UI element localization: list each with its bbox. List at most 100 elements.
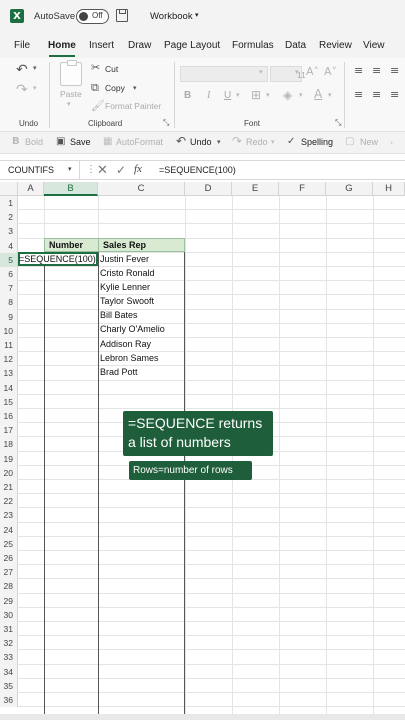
save-icon[interactable] [116,9,128,22]
tab-review[interactable]: Review [319,40,352,51]
column-header-d[interactable]: D [185,182,232,196]
row-header-6[interactable]: 6 [0,267,18,282]
align-top-icon[interactable]: ≡ [354,64,363,77]
cell-sales-rep[interactable]: Kylie Lenner [100,282,150,292]
header-cell-number[interactable]: Number [44,238,99,252]
cell-sales-rep[interactable]: Cristo Ronald [100,268,155,278]
row-header-24[interactable]: 24 [0,522,18,537]
row-header-32[interactable]: 32 [0,636,18,651]
bold-button[interactable]: B [184,90,191,101]
cut-button[interactable]: Cut [105,64,118,74]
tab-formulas[interactable]: Formulas [232,40,274,51]
spelling-button[interactable]: Spelling [301,137,333,147]
chevron-down-icon[interactable]: ▾ [295,68,299,76]
cell-sales-rep[interactable]: Lebron Sames [100,353,159,363]
row-header-21[interactable]: 21 [0,480,18,495]
redo-button[interactable]: Redo [246,137,268,147]
tab-data[interactable]: Data [285,40,306,51]
row-header-28[interactable]: 28 [0,579,18,594]
column-header-b[interactable]: B [44,182,98,196]
chevron-right-icon[interactable]: › [390,138,393,147]
row-header-31[interactable]: 31 [0,622,18,637]
font-color-icon[interactable]: A [314,87,322,101]
redo-icon[interactable]: ↷ [16,82,28,98]
row-header-9[interactable]: 9 [0,309,18,324]
chevron-down-icon[interactable]: ▾ [133,84,137,92]
chevron-down-icon[interactable]: ▾ [33,64,37,72]
copy-button[interactable]: Copy [105,83,125,93]
row-header-22[interactable]: 22 [0,494,18,509]
select-all-corner[interactable] [0,182,18,196]
undo-button[interactable]: Undo [190,137,212,147]
column-header-e[interactable]: E [232,182,279,196]
cell-sales-rep[interactable]: Brad Pott [100,367,138,377]
align-left-icon[interactable]: ≡ [354,88,363,101]
row-header-15[interactable]: 15 [0,394,18,409]
chevron-down-icon[interactable]: ▾ [271,138,275,146]
chevron-down-icon[interactable]: ▾ [259,68,263,76]
row-header-25[interactable]: 25 [0,536,18,551]
underline-button[interactable]: U [224,90,231,101]
row-header-13[interactable]: 13 [0,366,18,381]
row-header-8[interactable]: 8 [0,295,18,310]
cell-sales-rep[interactable]: Charly O'Amelio [100,324,165,334]
column-header-g[interactable]: G [326,182,373,196]
row-header-29[interactable]: 29 [0,593,18,608]
dialog-launcher-icon[interactable]: ⤡ [335,118,341,128]
row-header-34[interactable]: 34 [0,664,18,679]
borders-icon[interactable]: ⊞ [251,88,261,102]
row-header-19[interactable]: 19 [0,451,18,466]
tab-file[interactable]: File [14,40,30,51]
cell-edit-text[interactable]: =SEQUENCE(100) [19,254,96,264]
undo-icon[interactable]: ↶ [16,62,28,78]
dialog-launcher-icon[interactable]: ⤡ [163,118,169,128]
align-right-icon[interactable]: ≡ [390,88,399,101]
row-header-2[interactable]: 2 [0,210,18,225]
increase-font-icon[interactable]: A˄ [306,65,319,78]
row-header-5[interactable]: 5 [0,252,18,267]
cell-sales-rep[interactable]: Justin Fever [100,254,149,264]
tab-view[interactable]: View [363,40,385,51]
chevron-down-icon[interactable]: ▾ [195,11,199,19]
row-header-35[interactable]: 35 [0,678,18,693]
chevron-down-icon[interactable]: ▾ [33,84,37,92]
format-painter-button[interactable]: Format Painter [105,101,161,111]
column-header-c[interactable]: C [98,182,185,196]
row-header-3[interactable]: 3 [0,224,18,239]
enter-check-icon[interactable]: ✓ [116,163,126,177]
tab-draw[interactable]: Draw [128,40,151,51]
chevron-down-icon[interactable]: ▾ [236,91,240,99]
more-options-icon[interactable]: ⋮ [86,164,96,175]
insert-function-icon[interactable]: fx [134,163,142,175]
new-button[interactable]: New [360,137,378,147]
row-header-20[interactable]: 20 [0,465,18,480]
decrease-font-icon[interactable]: A˅ [324,65,337,78]
row-header-7[interactable]: 7 [0,281,18,296]
workbook-name[interactable]: Workbook [150,11,193,22]
column-header-a[interactable]: A [18,182,44,196]
row-header-1[interactable]: 1 [0,196,18,211]
font-name-field[interactable] [180,66,268,82]
row-header-16[interactable]: 16 [0,409,18,424]
cell-sales-rep[interactable]: Taylor Swooft [100,296,154,306]
clipboard-icon[interactable] [60,60,82,86]
formula-input[interactable]: =SEQUENCE(100) [159,165,236,175]
autosave-toggle[interactable]: Off [76,9,109,24]
row-header-33[interactable]: 33 [0,650,18,665]
chevron-down-icon[interactable]: ▾ [217,138,221,146]
row-header-27[interactable]: 27 [0,565,18,580]
save-button[interactable]: Save [70,137,91,147]
row-header-4[interactable]: 4 [0,238,18,253]
cell-sales-rep[interactable]: Bill Bates [100,310,138,320]
row-header-23[interactable]: 23 [0,508,18,523]
column-header-f[interactable]: F [279,182,326,196]
cell-sales-rep[interactable]: Addison Ray [100,339,151,349]
row-header-17[interactable]: 17 [0,423,18,438]
row-header-11[interactable]: 11 [0,338,18,353]
row-header-30[interactable]: 30 [0,607,18,622]
row-header-10[interactable]: 10 [0,323,18,338]
row-header-26[interactable]: 26 [0,551,18,566]
chevron-down-icon[interactable]: ▾ [67,100,71,108]
header-cell-sales-rep[interactable]: Sales Rep [98,238,185,252]
autoformat-button[interactable]: AutoFormat [116,137,163,147]
